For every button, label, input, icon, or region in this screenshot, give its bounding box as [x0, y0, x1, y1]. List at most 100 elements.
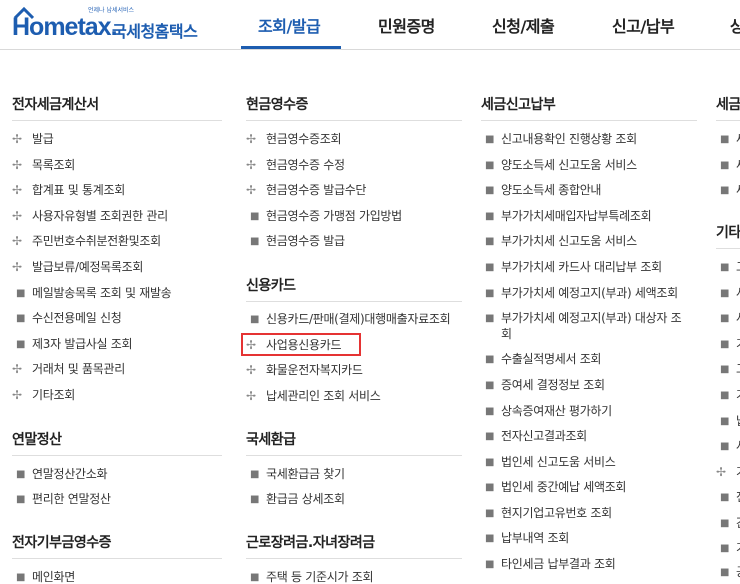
plus-icon: ✢	[246, 158, 256, 172]
menu-item-convenient[interactable]: ■ 편리한 연말정산	[12, 491, 111, 508]
menu-item-partial[interactable]: ■기	[716, 387, 740, 404]
menu-item-third-party[interactable]: ■ 제3자 발급사실 조회	[12, 336, 133, 353]
divider	[481, 120, 697, 121]
menu-item-partial[interactable]: ■기	[716, 540, 740, 557]
section-title-cash-receipt: 현금영수증	[246, 97, 308, 113]
menu-item-partial[interactable]: ■고	[716, 361, 740, 378]
plus-icon: ✢	[246, 363, 256, 377]
menu-item-cash-inquiry[interactable]: ✢ 현금영수증조회	[246, 131, 341, 147]
section-title-credit-card: 신용카드	[246, 278, 296, 294]
menu-item-inheritance-eval[interactable]: ■ 상속증여재산 평가하기	[481, 403, 612, 420]
menu-item-export-statement[interactable]: ■ 수출실적명세서 조회	[481, 351, 601, 368]
menu-item-payment-history[interactable]: ■ 납부내역 조회	[481, 530, 569, 547]
bullet-icon: ■	[485, 313, 495, 324]
gnb-tab-inquiry-issue[interactable]: 조회/발급	[258, 13, 321, 37]
menu-item-refund-detail[interactable]: ■ 환급금 상세조회	[246, 491, 345, 508]
bullet-icon: ■	[720, 492, 730, 503]
menu-item-partial[interactable]: ■기	[716, 336, 740, 353]
menu-item-cargo-card[interactable]: ✢ 화물운전자복지카드	[246, 362, 363, 378]
menu-item-merchant-join[interactable]: ■ 현금영수증 가맹점 가입방법	[246, 208, 402, 225]
bullet-icon: ■	[250, 211, 260, 222]
menu-item-partial[interactable]: ■고	[716, 259, 740, 276]
menu-item-gift-decision[interactable]: ■ 증여세 결정정보 조회	[481, 377, 605, 394]
menu-item-partial[interactable]: ■사	[716, 310, 740, 327]
menu-item-partial[interactable]: ■세	[716, 182, 740, 199]
menu-item-vat-special[interactable]: ■ 부가가치세매입자납부특례조회	[481, 208, 652, 225]
menu-item-transfer-help[interactable]: ■ 양도소득세 신고도움 서비스	[481, 157, 637, 174]
menu-item-cash-modify[interactable]: ✢ 현금영수증 수정	[246, 157, 345, 173]
bullet-icon: ■	[720, 543, 730, 554]
hometax-logo[interactable]: 언제나 납세서비스 Hometax. 국세청홈택스	[10, 4, 230, 44]
divider	[716, 248, 740, 249]
menu-item-partial[interactable]: ■세	[716, 157, 740, 174]
menu-item-card-sales[interactable]: ■ 신용카드/판매(결제)대행매출자료조회	[246, 311, 451, 328]
menu-item-vat-card-proxy[interactable]: ■ 부가가치세 카드사 대리납부 조회	[481, 259, 662, 276]
menu-item-rrn-conversion[interactable]: ✢ 주민번호수취분전환및조회	[12, 233, 161, 249]
bullet-icon: ■	[720, 288, 730, 299]
menu-item-other-inquiry[interactable]: ✢ 기타조회	[12, 387, 75, 403]
bullet-icon: ■	[720, 390, 730, 401]
plus-icon: ✢	[12, 209, 22, 223]
menu-item-vat-prenotice-target-cont[interactable]: 회	[501, 326, 512, 342]
plus-icon: ✢	[246, 132, 256, 146]
menu-item-partial[interactable]: ■사	[716, 285, 740, 302]
bullet-icon: ■	[485, 354, 495, 365]
menu-item-vat-prenotice-amount[interactable]: ■ 부가가치세 예정고지(부과) 세액조회	[481, 285, 678, 302]
divider	[12, 558, 222, 559]
menu-item-report-status[interactable]: ■ 신고내용확인 진행상황 조회	[481, 131, 637, 148]
menu-item-partial[interactable]: ■전	[716, 489, 740, 506]
bullet-icon: ■	[720, 518, 730, 529]
menu-item-partial[interactable]: ■납	[716, 413, 740, 430]
menu-item-issue[interactable]: ✢ 발급	[12, 131, 54, 147]
menu-item-partial[interactable]: ■세	[716, 131, 740, 148]
menu-item-e-report-result[interactable]: ■ 전자신고결과조회	[481, 428, 587, 445]
bullet-icon: ■	[720, 185, 730, 196]
menu-item-pending-list[interactable]: ✢ 발급보류/예정목록조회	[12, 259, 143, 275]
menu-item-partial[interactable]: ✢기	[716, 464, 740, 480]
menu-item-others-tax-result[interactable]: ■ 타인세금 납부결과 조회	[481, 556, 616, 573]
gnb-tab-more[interactable]: 상	[730, 13, 740, 37]
menu-item-corp-interim[interactable]: ■ 법인세 중간예납 세액조회	[481, 479, 626, 496]
menu-item-tax-agent[interactable]: ✢ 납세관리인 조회 서비스	[246, 388, 381, 404]
menu-item-summary-stats[interactable]: ✢ 합계표 및 통계조회	[12, 182, 125, 198]
divider	[246, 301, 462, 302]
plus-icon: ✢	[12, 388, 22, 402]
menu-item-cash-issue[interactable]: ■ 현금영수증 발급	[246, 233, 345, 250]
menu-item-cash-means[interactable]: ✢ 현금영수증 발급수단	[246, 182, 366, 198]
bullet-icon: ■	[720, 313, 730, 324]
menu-item-transfer-guide[interactable]: ■ 양도소득세 종합안내	[481, 182, 601, 199]
menu-item-user-permission[interactable]: ✢ 사용자유형별 조회권한 관리	[12, 208, 168, 224]
section-title-tax-partial: 세금	[716, 97, 740, 113]
menu-item-standard-price[interactable]: ■ 주택 등 기준시가 조회	[246, 569, 374, 584]
menu-item-find-refund[interactable]: ■ 국세환급금 찾기	[246, 466, 345, 483]
menu-item-main[interactable]: ■ 메인화면	[12, 569, 75, 584]
menu-item-list-inquiry[interactable]: ✢ 목록조회	[12, 157, 75, 173]
plus-icon: ✢	[12, 183, 22, 197]
gnb-tab-report-pay[interactable]: 신고/납부	[612, 13, 675, 37]
menu-item-partial[interactable]: ■공	[716, 564, 740, 581]
menu-item-partner-items[interactable]: ✢ 거래처 및 품목관리	[12, 361, 125, 377]
bullet-icon: ■	[720, 134, 730, 145]
bullet-icon: ■	[485, 211, 495, 222]
bullet-icon: ■	[485, 559, 495, 570]
menu-item-vat-help[interactable]: ■ 부가가치세 신고도움 서비스	[481, 233, 637, 250]
bullet-icon: ■	[250, 494, 260, 505]
menu-item-corp-help[interactable]: ■ 법인세 신고도움 서비스	[481, 454, 616, 471]
bullet-icon: ■	[720, 262, 730, 273]
menu-item-local-corp-id[interactable]: ■ 현지기업고유번호 조회	[481, 505, 612, 522]
section-title-donation-receipt: 전자기부금영수증	[12, 535, 112, 551]
logo-name-kr: 국세청홈택스	[112, 22, 198, 41]
menu-item-mail-resend[interactable]: ■ 메일발송목록 조회 및 재발송	[12, 285, 172, 302]
menu-item-simplified[interactable]: ■ 연말정산간소화	[12, 466, 107, 483]
bullet-icon: ■	[16, 494, 26, 505]
menu-item-partial[interactable]: ■간	[716, 515, 740, 532]
bullet-icon: ■	[485, 262, 495, 273]
menu-item-receive-mail[interactable]: ■ 수신전용메일 신청	[12, 310, 122, 327]
menu-item-partial[interactable]: ■사	[716, 438, 740, 455]
gnb-tab-apply-submit[interactable]: 신청/제출	[492, 13, 555, 37]
logo-brand: Hometax.	[12, 13, 118, 41]
divider	[246, 455, 462, 456]
gnb-tab-civil-certificate[interactable]: 민원증명	[378, 13, 435, 37]
menu-item-vat-prenotice-target[interactable]: ■ 부가가치세 예정고지(부과) 대상자 조	[481, 310, 682, 327]
bullet-icon: ■	[485, 482, 495, 493]
